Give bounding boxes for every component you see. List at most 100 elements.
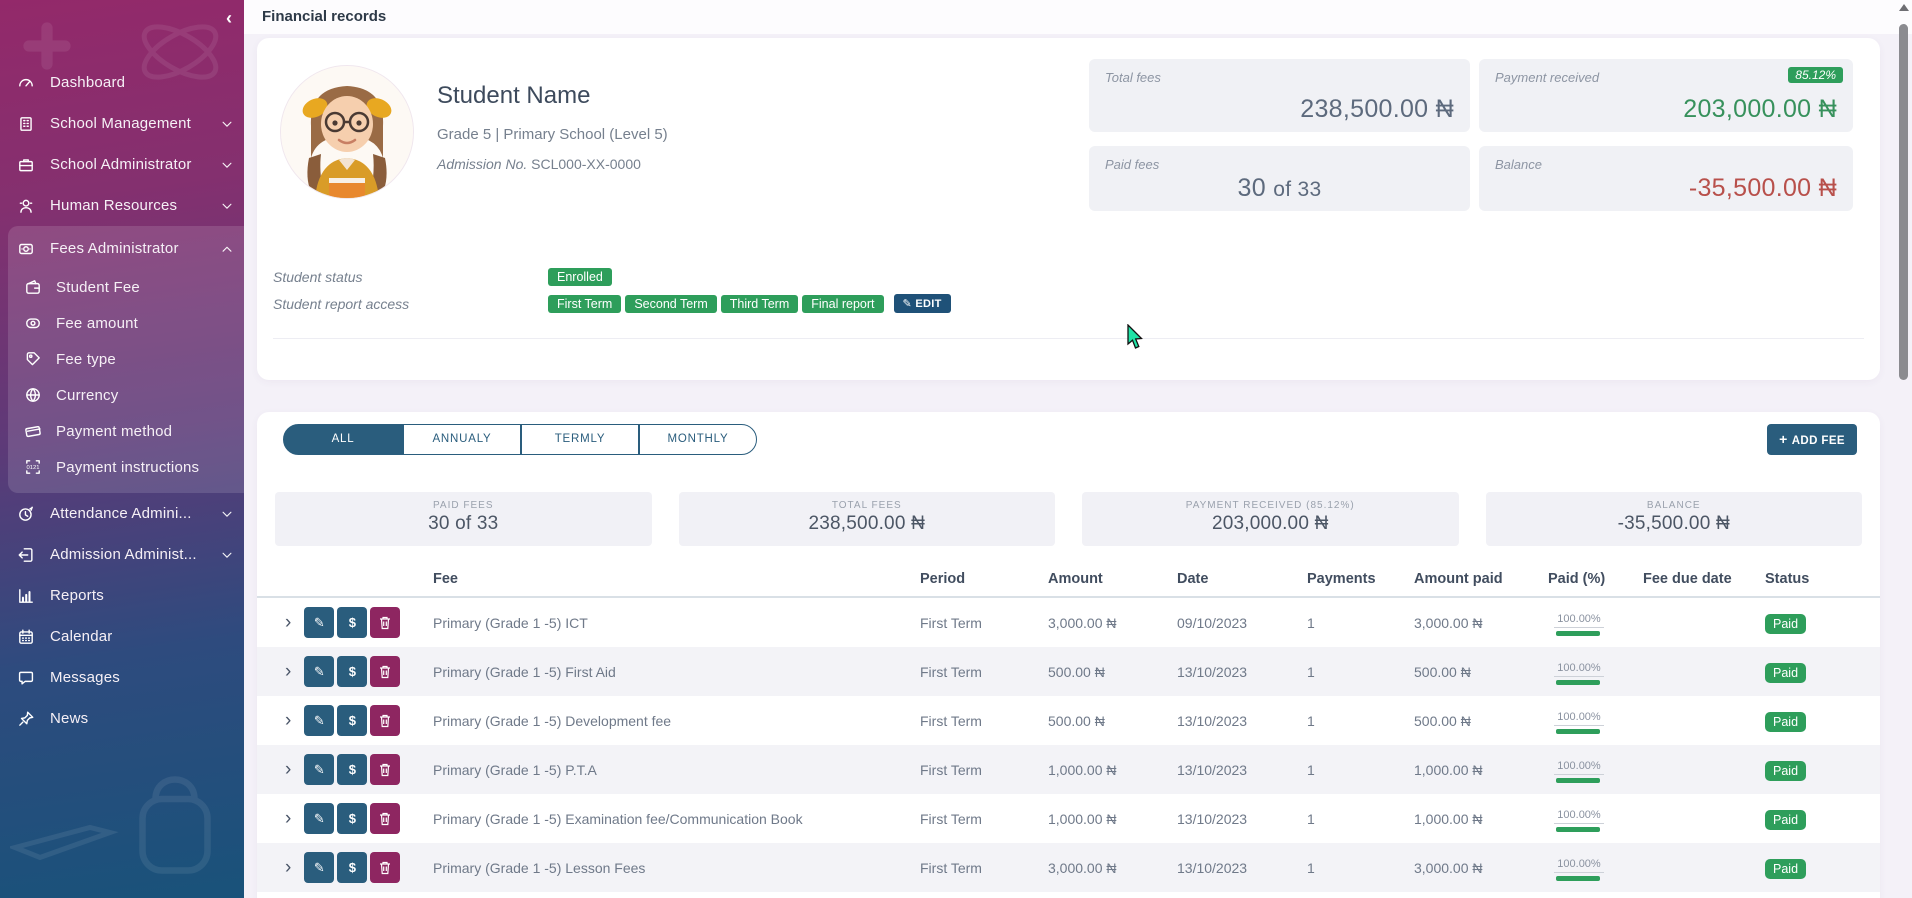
paid-percent-text: 100.00% — [1554, 760, 1603, 775]
sidebar-item-admission-administ[interactable]: Admission Administ... — [0, 534, 244, 575]
sidebar-item-attendance-admini[interactable]: Attendance Admini... — [0, 493, 244, 534]
paid-progress-bar — [1556, 778, 1600, 783]
status-badge: Paid — [1765, 859, 1806, 879]
news-icon — [16, 709, 36, 729]
payment-percent-badge: 85.12% — [1788, 67, 1843, 83]
period-cell: First Term — [920, 615, 1048, 631]
admission-value: SCL000-XX-0000 — [531, 156, 641, 172]
sidebar-item-dashboard[interactable]: Dashboard — [0, 62, 244, 103]
sidebar-item-payment-instructions[interactable]: 0121Payment instructions — [8, 449, 244, 485]
row-expand-chevron[interactable]: › — [285, 663, 291, 681]
sidebar-item-label: Attendance Admini... — [50, 505, 192, 522]
sidebar-item-human-resources[interactable]: Human Resources — [0, 185, 244, 226]
edit-fee-button[interactable]: ✎ — [304, 852, 334, 883]
tab-all[interactable]: ALL — [283, 424, 403, 455]
paid-progress-bar — [1556, 827, 1600, 832]
admission-label: Admission No. — [437, 156, 527, 172]
amount-paid-cell: 3,000.00 ₦ — [1414, 860, 1548, 876]
delete-fee-button[interactable] — [370, 754, 400, 785]
sidebar-item-school-administrator[interactable]: School Administrator — [0, 144, 244, 185]
sidebar-item-currency[interactable]: Currency — [8, 377, 244, 413]
chevron-down-icon — [220, 548, 234, 562]
chevron-down-icon — [220, 117, 234, 131]
chevron-down-icon — [220, 507, 234, 521]
fee-cell: Primary (Grade 1 -5) Examination fee/Com… — [433, 811, 920, 827]
period-tabs: ALLANNUALYTERMLYMONTHLY — [283, 424, 757, 455]
delete-fee-button[interactable] — [370, 852, 400, 883]
report-access-badge-final-report: Final report — [802, 295, 883, 313]
amount-cell: 500.00 ₦ — [1048, 664, 1177, 680]
add-fee-button[interactable]: +ADD FEE — [1767, 424, 1857, 455]
sidebar-item-label: Admission Administ... — [50, 546, 197, 563]
delete-fee-button[interactable] — [370, 607, 400, 638]
financial-records-page: { "topbar": { "title": "Financial record… — [0, 0, 1912, 898]
payments-cell: 1 — [1307, 713, 1414, 729]
sidebar-item-news[interactable]: News — [0, 698, 244, 739]
sidebar-item-label: School Administrator — [50, 156, 192, 173]
payment-button[interactable]: $ — [337, 803, 367, 834]
edit-fee-button[interactable]: ✎ — [304, 754, 334, 785]
topbar: Financial records — [244, 0, 1912, 34]
row-expand-chevron[interactable]: › — [285, 810, 291, 828]
payments-cell: 1 — [1307, 860, 1414, 876]
summary-paid-fees: PAID FEES30 of 33 — [275, 492, 652, 546]
row-expand-chevron[interactable]: › — [285, 712, 291, 730]
edit-fee-button[interactable]: ✎ — [304, 803, 334, 834]
sidebar: ‹ Dashboard School Management School Admin… — [0, 0, 244, 898]
scrollbar-thumb[interactable] — [1899, 24, 1908, 380]
sidebar-item-payment-method[interactable]: Payment method — [8, 413, 244, 449]
payment-button[interactable]: $ — [337, 656, 367, 687]
sidebar-collapse-button[interactable]: ‹ — [226, 8, 232, 28]
paid-percent-cell: 100.00% — [1548, 805, 1643, 832]
row-expand-chevron[interactable]: › — [285, 761, 291, 779]
total-fees-label: Total fees — [1105, 70, 1161, 85]
payment-button[interactable]: $ — [337, 705, 367, 736]
status-cell: Paid — [1765, 713, 1880, 729]
sidebar-item-label: Calendar — [50, 628, 112, 645]
delete-fee-button[interactable] — [370, 656, 400, 687]
sidebar-item-label: Student Fee — [56, 279, 140, 296]
sidebar-item-reports[interactable]: Reports — [0, 575, 244, 616]
edit-fee-button[interactable]: ✎ — [304, 705, 334, 736]
table-body: ›✎$Primary (Grade 1 -5) ICTFirst Term3,0… — [257, 598, 1880, 892]
svg-text:0121: 0121 — [26, 465, 39, 471]
delete-fee-button[interactable] — [370, 705, 400, 736]
fees-card: ALLANNUALYTERMLYMONTHLY +ADD FEE PAID FE… — [257, 412, 1880, 898]
row-expand-chevron[interactable]: › — [285, 859, 291, 877]
fee-cell: Primary (Grade 1 -5) Lesson Fees — [433, 860, 920, 876]
sidebar-item-school-management[interactable]: School Management — [0, 103, 244, 144]
payment-button[interactable]: $ — [337, 852, 367, 883]
paid-percent-text: 100.00% — [1554, 711, 1603, 726]
edit-fee-button[interactable]: ✎ — [304, 607, 334, 638]
row-expand-chevron[interactable]: › — [285, 614, 291, 632]
sidebar-item-fees-administrator[interactable]: Fees Administrator — [8, 228, 244, 269]
paid-percent-text: 100.00% — [1554, 858, 1603, 873]
sidebar-item-fee-type[interactable]: Fee type — [8, 341, 244, 377]
tab-termly[interactable]: TERMLY — [521, 424, 639, 455]
paid-percent-cell: 100.00% — [1548, 854, 1643, 881]
payment-button[interactable]: $ — [337, 754, 367, 785]
fee-cell: Primary (Grade 1 -5) Development fee — [433, 713, 920, 729]
sidebar-item-label: News — [50, 710, 88, 727]
payments-cell: 1 — [1307, 664, 1414, 680]
scroll-up-arrow[interactable] — [1899, 4, 1909, 11]
column-header-period: Period — [920, 571, 1048, 587]
sidebar-item-messages[interactable]: Messages — [0, 657, 244, 698]
sidebar-item-fee-amount[interactable]: Fee amount — [8, 305, 244, 341]
delete-fee-button[interactable] — [370, 803, 400, 834]
status-badge: Paid — [1765, 761, 1806, 781]
payment-received-label: Payment received — [1495, 70, 1599, 85]
tab-annualy[interactable]: ANNUALY — [403, 424, 521, 455]
sidebar-item-calendar[interactable]: Calendar — [0, 616, 244, 657]
edit-fee-button[interactable]: ✎ — [304, 656, 334, 687]
payment-button[interactable]: $ — [337, 607, 367, 638]
edit-report-access-button[interactable]: ✎ EDIT — [894, 294, 951, 313]
tab-monthly[interactable]: MONTHLY — [639, 424, 757, 455]
sidebar-item-student-fee[interactable]: Student Fee — [8, 269, 244, 305]
date-cell: 09/10/2023 — [1177, 615, 1307, 631]
summary-label: PAID FEES — [275, 500, 652, 511]
status-badge: Paid — [1765, 712, 1806, 732]
status-cell: Paid — [1765, 811, 1880, 827]
student-grade: Grade 5 | Primary School (Level 5) — [437, 126, 668, 143]
sidebar-item-label: School Management — [50, 115, 191, 132]
